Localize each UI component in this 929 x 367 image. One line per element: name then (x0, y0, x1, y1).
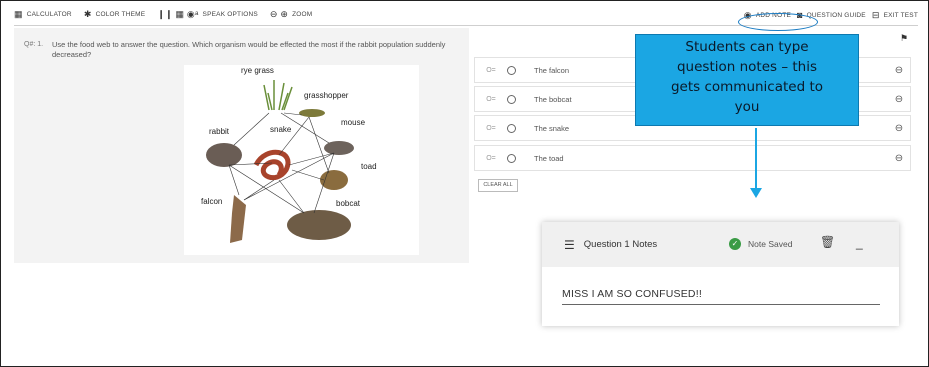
mouse-illustration (324, 141, 354, 155)
zoom-label: ZOOM (292, 11, 313, 18)
food-web-image: rye grass grasshopper rabbit snake mouse… (184, 65, 419, 255)
calculator-button[interactable]: ▦ CALCULATOR (14, 10, 72, 19)
zoom-icon: ⊖ ⊕ (269, 9, 289, 19)
rabbit-illustration (206, 143, 242, 167)
eliminate-icon[interactable]: O= (475, 67, 507, 74)
grasshopper-illustration (299, 109, 325, 117)
label-rye-grass: rye grass (241, 66, 274, 75)
label-toad: toad (361, 162, 377, 171)
callout-line: you (734, 99, 760, 115)
exit-icon: ⊟ (871, 9, 880, 20)
strike-icon[interactable]: ⊖ (888, 65, 910, 76)
callout-line: Students can type (685, 39, 809, 55)
label-mouse: mouse (341, 118, 366, 127)
speak-icon: ❙❙ ▦ ◉ᵃ (157, 9, 199, 19)
trash-icon[interactable]: 🗑 (820, 235, 835, 249)
notes-underline (562, 304, 880, 305)
zoom-button[interactable]: ⊖ ⊕ ZOOM (270, 10, 312, 19)
label-bobcat: bobcat (336, 199, 361, 208)
question-text: Use the food web to answer the question.… (52, 40, 446, 59)
color-theme-label: COLOR THEME (95, 11, 146, 18)
answer-radio[interactable] (507, 94, 516, 104)
answer-radio[interactable] (507, 65, 516, 75)
strike-icon[interactable]: ⊖ (888, 94, 910, 105)
question-panel: Q#: 1. Use the food web to answer the qu… (14, 28, 469, 263)
toad-illustration (320, 170, 348, 190)
toolbar: ▦ CALCULATOR ✱ COLOR THEME ❙❙ ▦ ◉ᵃ SPEAK… (14, 4, 918, 31)
annotation-callout: Students can type question notes – this … (635, 34, 859, 126)
calculator-label: CALCULATOR (26, 11, 72, 18)
add-note-highlight-ellipse (737, 12, 818, 31)
strike-icon[interactable]: ⊖ (888, 153, 910, 164)
answer-option[interactable]: O= The toad ⊖ (474, 145, 911, 171)
bobcat-illustration (287, 210, 351, 240)
palette-icon: ✱ (83, 9, 92, 19)
notes-header: ☰ Question 1 Notes (542, 222, 899, 267)
color-theme-button[interactable]: ✱ COLOR THEME (84, 10, 146, 19)
annotation-arrow-head (750, 188, 762, 198)
callout-line: gets communicated to (670, 79, 824, 95)
note-saved-status: Note Saved (748, 239, 793, 249)
exit-test-label: EXIT TEST (883, 11, 918, 19)
strike-icon[interactable]: ⊖ (888, 123, 910, 134)
exit-test-button[interactable]: ⊟ EXIT TEST (871, 9, 918, 20)
eliminate-icon[interactable]: O= (475, 125, 507, 132)
label-falcon: falcon (201, 197, 223, 206)
calculator-icon: ▦ (14, 9, 23, 19)
callout-line: question notes – this (676, 59, 818, 75)
clear-all-button[interactable]: CLEAR ALL (478, 179, 518, 192)
falcon-illustration (230, 195, 246, 243)
menu-icon[interactable]: ☰ (564, 238, 575, 252)
annotation-arrow-shaft (755, 128, 757, 190)
notes-title: Question 1 Notes (583, 239, 658, 250)
eliminate-icon[interactable]: O= (475, 96, 507, 103)
check-icon: ✓ (729, 238, 741, 250)
answer-radio[interactable] (507, 123, 516, 133)
add-note-button[interactable]: ◉ ADD NOTE (737, 10, 818, 31)
minimize-icon[interactable]: _ (856, 236, 863, 250)
answer-radio[interactable] (507, 153, 516, 163)
eliminate-icon[interactable]: O= (475, 155, 507, 162)
label-rabbit: rabbit (209, 127, 230, 136)
question-notes-panel: ☰ Question 1 Notes ✓ Note Saved 🗑 _ MISS… (542, 222, 899, 326)
label-snake: snake (270, 125, 292, 134)
question-number: Q#: 1. (24, 41, 44, 48)
speak-options-button[interactable]: ❙❙ ▦ ◉ᵃ SPEAK OPTIONS (157, 10, 258, 19)
question-guide-label: QUESTION GUIDE (806, 11, 866, 19)
flag-icon[interactable]: ⚑ (900, 33, 908, 44)
snake-illustration (253, 149, 291, 181)
food-web-arrows (206, 80, 354, 243)
rye-grass-illustration (263, 80, 293, 111)
speak-options-label: SPEAK OPTIONS (202, 11, 258, 18)
notes-textarea[interactable]: MISS I AM SO CONFUSED!! (562, 288, 880, 300)
label-grasshopper: grasshopper (304, 91, 349, 100)
toolbar-right: ◉ ADD NOTE ◙ QUESTION GUIDE ⊟ EXIT TEST (737, 4, 918, 31)
answer-text: The toad (534, 153, 564, 163)
